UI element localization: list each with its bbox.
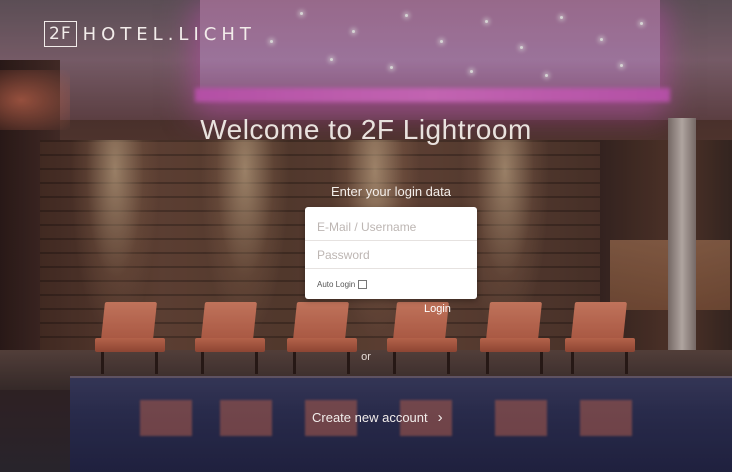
login-form: Auto Login bbox=[305, 207, 477, 299]
password-input[interactable] bbox=[305, 241, 477, 269]
brand-logo[interactable]: 2F HOTEL.LICHT bbox=[44, 20, 256, 48]
login-heading: Enter your login data bbox=[331, 184, 451, 199]
auto-login-toggle[interactable]: Auto Login bbox=[317, 280, 368, 289]
chevron-right-icon: › bbox=[437, 409, 443, 426]
logo-mark: 2F bbox=[44, 21, 77, 47]
create-account-label: Create new account bbox=[312, 410, 428, 425]
or-divider: or bbox=[361, 351, 371, 363]
auto-login-label: Auto Login bbox=[317, 280, 356, 289]
page-title: Welcome to 2F Lightroom bbox=[200, 114, 532, 145]
logo-text: HOTEL.LICHT bbox=[82, 23, 256, 45]
create-account-link[interactable]: Create new account › bbox=[312, 409, 443, 426]
auto-login-checkbox[interactable] bbox=[358, 280, 368, 289]
username-input[interactable] bbox=[305, 213, 477, 241]
login-button[interactable]: Login bbox=[424, 303, 451, 315]
